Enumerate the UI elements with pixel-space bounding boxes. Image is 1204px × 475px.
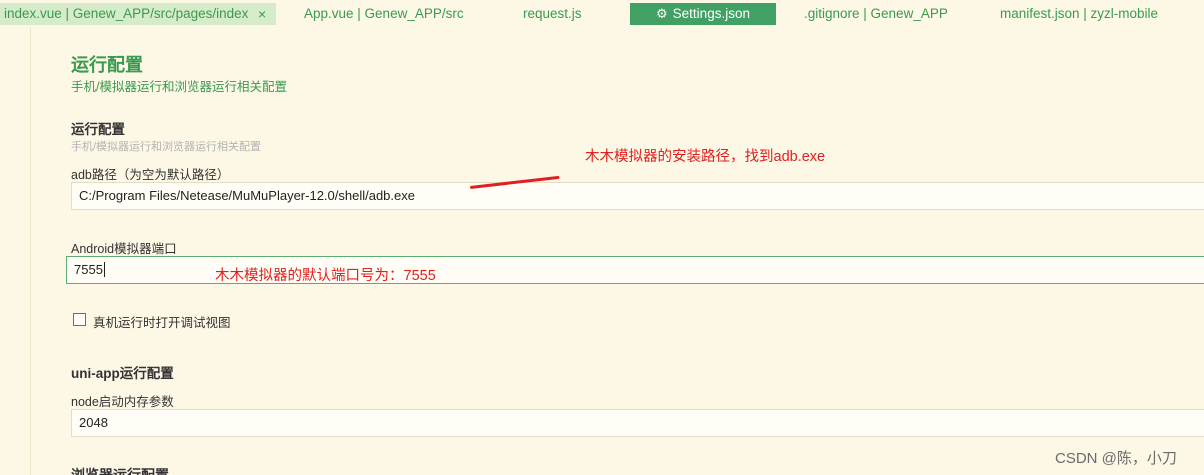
- tab-label: request.js: [523, 6, 582, 21]
- tab-settings-json[interactable]: ⚙ Settings.json: [630, 3, 776, 25]
- close-icon[interactable]: ×: [258, 3, 266, 25]
- tab-request-js[interactable]: request.js: [523, 3, 582, 25]
- tab-label: .gitignore | Genew_APP: [804, 6, 948, 21]
- adb-path-value: C:/Program Files/Netease/MuMuPlayer-12.0…: [79, 188, 415, 203]
- emulator-port-label: Android模拟器端口: [71, 242, 177, 256]
- node-memory-label: node启动内存参数: [71, 395, 174, 409]
- tab-index-vue[interactable]: index.vue | Genew_APP/src/pages/index ×: [0, 3, 276, 25]
- editor-gutter: [30, 28, 31, 475]
- editor-tab-bar: index.vue | Genew_APP/src/pages/index × …: [0, 0, 1204, 28]
- tab-label: manifest.json | zyzl-mobile: [1000, 6, 1159, 21]
- emulator-port-value: 7555: [74, 262, 103, 277]
- debug-view-checkbox[interactable]: [73, 313, 86, 326]
- port-annotation: 木木模拟器的默认端口号为：7555: [215, 268, 436, 284]
- section-subtitle: 手机/模拟器运行和浏览器运行相关配置: [71, 80, 287, 94]
- browser-config-title: 浏览器运行配置: [71, 467, 169, 475]
- run-config-subtitle: 手机/模拟器运行和浏览器运行相关配置: [71, 141, 262, 153]
- tab-label: index.vue | Genew_APP/src/pages/index: [4, 6, 249, 21]
- section-title: 运行配置: [71, 55, 143, 75]
- uniapp-config-title: uni-app运行配置: [71, 366, 174, 381]
- node-memory-value: 2048: [79, 415, 108, 430]
- adb-path-annotation: 木木模拟器的安装路径，找到adb.exe: [585, 149, 826, 165]
- run-config-title: 运行配置: [71, 122, 125, 137]
- watermark: CSDN @陈，小刀: [1055, 450, 1177, 467]
- adb-path-label: adb路径（为空为默认路径）: [71, 168, 230, 182]
- node-memory-input[interactable]: 2048: [71, 409, 1204, 437]
- debug-view-checkbox-label[interactable]: 真机运行时打开调试视图: [93, 312, 231, 331]
- tab-label: Settings.json: [672, 6, 750, 21]
- tab-label: App.vue | Genew_APP/src: [304, 6, 464, 21]
- tab-app-vue[interactable]: App.vue | Genew_APP/src: [304, 3, 464, 25]
- tab-manifest-json[interactable]: manifest.json | zyzl-mobile: [1000, 3, 1158, 25]
- adb-path-input[interactable]: C:/Program Files/Netease/MuMuPlayer-12.0…: [71, 182, 1204, 210]
- tab-gitignore[interactable]: .gitignore | Genew_APP: [804, 3, 948, 25]
- gear-icon: ⚙: [656, 6, 668, 21]
- text-caret: [103, 262, 105, 277]
